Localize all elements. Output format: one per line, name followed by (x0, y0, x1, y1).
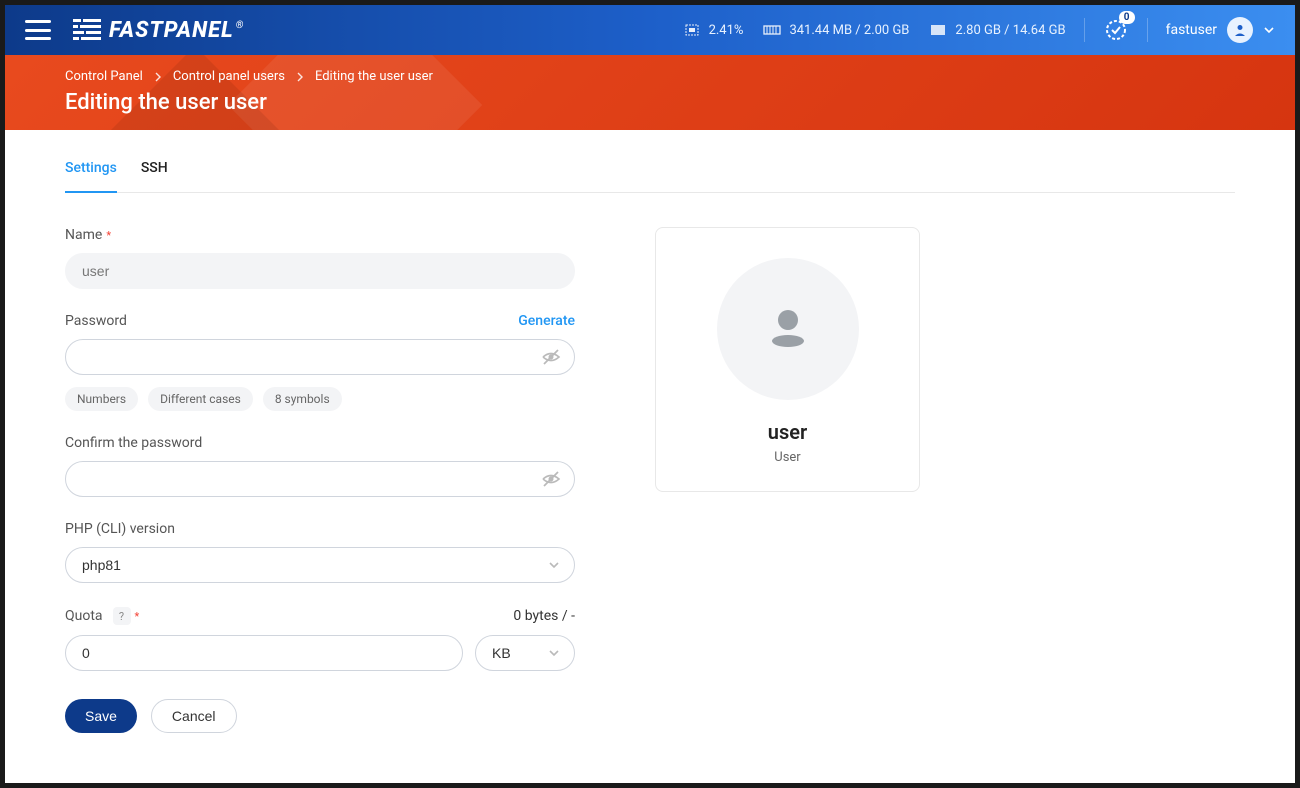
quota-help-icon[interactable]: ? (113, 607, 131, 625)
memory-stat: 341.44 MB / 2.00 GB (763, 23, 909, 38)
memory-value: 341.44 MB / 2.00 GB (789, 23, 909, 38)
name-input[interactable] (65, 253, 575, 289)
breadcrumb-link[interactable]: Control panel users (173, 69, 285, 84)
cancel-button[interactable]: Cancel (151, 699, 237, 733)
topbar: FASTPANEL® 2.41% 341.44 MB / 2.00 GB 2.8… (5, 5, 1295, 55)
php-version-select[interactable]: php81 (65, 547, 575, 583)
tab-ssh[interactable]: SSH (141, 160, 168, 192)
main-content: Settings SSH Name* Password Generate (5, 130, 1295, 773)
eye-off-icon[interactable] (541, 347, 561, 367)
breadcrumb: Control Panel Control panel users Editin… (65, 69, 1235, 84)
password-input[interactable] (65, 339, 575, 375)
page-title: Editing the user user (65, 90, 1235, 115)
logo-icon (73, 19, 101, 41)
notifications-button[interactable]: 0 (1103, 17, 1129, 43)
card-username: user (676, 420, 899, 444)
notification-badge: 0 (1119, 11, 1135, 24)
logo-reg-mark: ® (236, 20, 245, 31)
user-card: user User (655, 227, 920, 492)
disk-stat: 2.80 GB / 14.64 GB (929, 23, 1065, 38)
chip: Numbers (65, 387, 138, 411)
logo[interactable]: FASTPANEL® (73, 18, 244, 43)
divider (1147, 18, 1148, 42)
form-column: Name* Password Generate (65, 227, 575, 733)
eye-off-icon[interactable] (541, 469, 561, 489)
username-label: fastuser (1166, 22, 1217, 38)
disk-icon (929, 23, 947, 37)
memory-icon (763, 23, 781, 37)
avatar-large-icon (717, 258, 859, 400)
generate-password-link[interactable]: Generate (518, 313, 575, 329)
menu-toggle-button[interactable] (25, 20, 51, 40)
tabs: Settings SSH (65, 160, 1235, 193)
chevron-right-icon (153, 72, 163, 82)
chevron-right-icon (295, 72, 305, 82)
breadcrumb-link[interactable]: Control Panel (65, 69, 143, 84)
name-label: Name* (65, 227, 111, 243)
form-actions: Save Cancel (65, 699, 575, 733)
password-label: Password (65, 313, 127, 329)
cpu-stat: 2.41% (683, 23, 744, 38)
quota-usage: 0 bytes / - (513, 608, 575, 624)
password-hints: Numbers Different cases 8 symbols (65, 387, 575, 411)
save-button[interactable]: Save (65, 699, 137, 733)
chip: Different cases (148, 387, 253, 411)
hero-banner: Control Panel Control panel users Editin… (5, 55, 1295, 130)
disk-value: 2.80 GB / 14.64 GB (955, 23, 1065, 38)
quota-label: Quota ? * (65, 607, 139, 625)
confirm-password-input[interactable] (65, 461, 575, 497)
quota-input[interactable] (65, 635, 463, 671)
chip: 8 symbols (263, 387, 342, 411)
cpu-icon (683, 23, 701, 37)
breadcrumb-current: Editing the user user (315, 69, 433, 84)
logo-text: FASTPANEL (109, 18, 234, 43)
cpu-value: 2.41% (709, 23, 744, 38)
php-label: PHP (CLI) version (65, 521, 175, 537)
quota-unit-select[interactable]: KB (475, 635, 575, 671)
card-role: User (676, 450, 899, 465)
user-menu-button[interactable]: fastuser (1166, 17, 1275, 43)
confirm-password-label: Confirm the password (65, 435, 202, 451)
tab-settings[interactable]: Settings (65, 160, 117, 192)
divider (1084, 18, 1085, 42)
avatar-small-icon (1227, 17, 1253, 43)
chevron-down-icon (1263, 24, 1275, 36)
